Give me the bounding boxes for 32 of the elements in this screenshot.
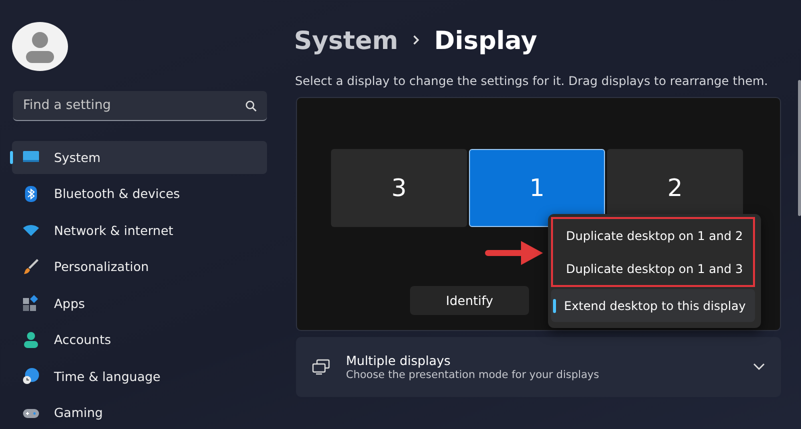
scrollbar[interactable] xyxy=(798,80,801,216)
breadcrumb-link[interactable]: System xyxy=(294,26,398,54)
sidebar-item[interactable]: System xyxy=(12,141,267,174)
apps-icon xyxy=(22,294,40,312)
menu-item[interactable]: Extend desktop to this display xyxy=(551,289,755,322)
display-tile[interactable]: 1 xyxy=(469,149,605,227)
display-tile[interactable]: 3 xyxy=(331,149,467,227)
person-icon xyxy=(25,30,55,62)
chevron-down-icon[interactable] xyxy=(753,363,765,371)
sidebar-item[interactable]: Apps xyxy=(12,287,267,320)
search-field[interactable]: Find a setting xyxy=(13,91,267,121)
paintbrush-icon xyxy=(22,258,40,276)
sidebar-item[interactable]: Bluetooth & devices xyxy=(12,178,267,210)
globe-clock-icon xyxy=(22,367,40,386)
sidebar-item[interactable]: Accounts xyxy=(12,324,267,356)
sidebar-item[interactable]: Time & language xyxy=(12,360,267,392)
displays-icon xyxy=(312,359,330,375)
arrow-annotation xyxy=(485,239,545,267)
bluetooth-icon xyxy=(22,184,40,203)
card-subtitle: Choose the presentation mode for your displays xyxy=(346,369,600,381)
search-icon[interactable] xyxy=(245,100,257,112)
page-title: Display xyxy=(434,26,538,54)
sidebar-item[interactable]: Personalization xyxy=(12,250,267,283)
menu-item[interactable]: Duplicate desktop on 1 and 3 xyxy=(553,252,753,285)
sidebar-item[interactable]: Gaming xyxy=(12,396,267,429)
chevron-right-icon xyxy=(412,34,420,46)
card-title: Multiple displays xyxy=(346,353,452,368)
identify-button[interactable]: Identify xyxy=(410,286,529,315)
multiple-displays-card[interactable]: Multiple displays Choose the presentation mode for your displays xyxy=(296,337,781,397)
person-icon xyxy=(22,330,40,349)
sidebar-item[interactable]: Network & internet xyxy=(12,214,267,246)
description-text: Select a display to change the settings for it. Drag displays to rearrange them. xyxy=(295,74,769,88)
